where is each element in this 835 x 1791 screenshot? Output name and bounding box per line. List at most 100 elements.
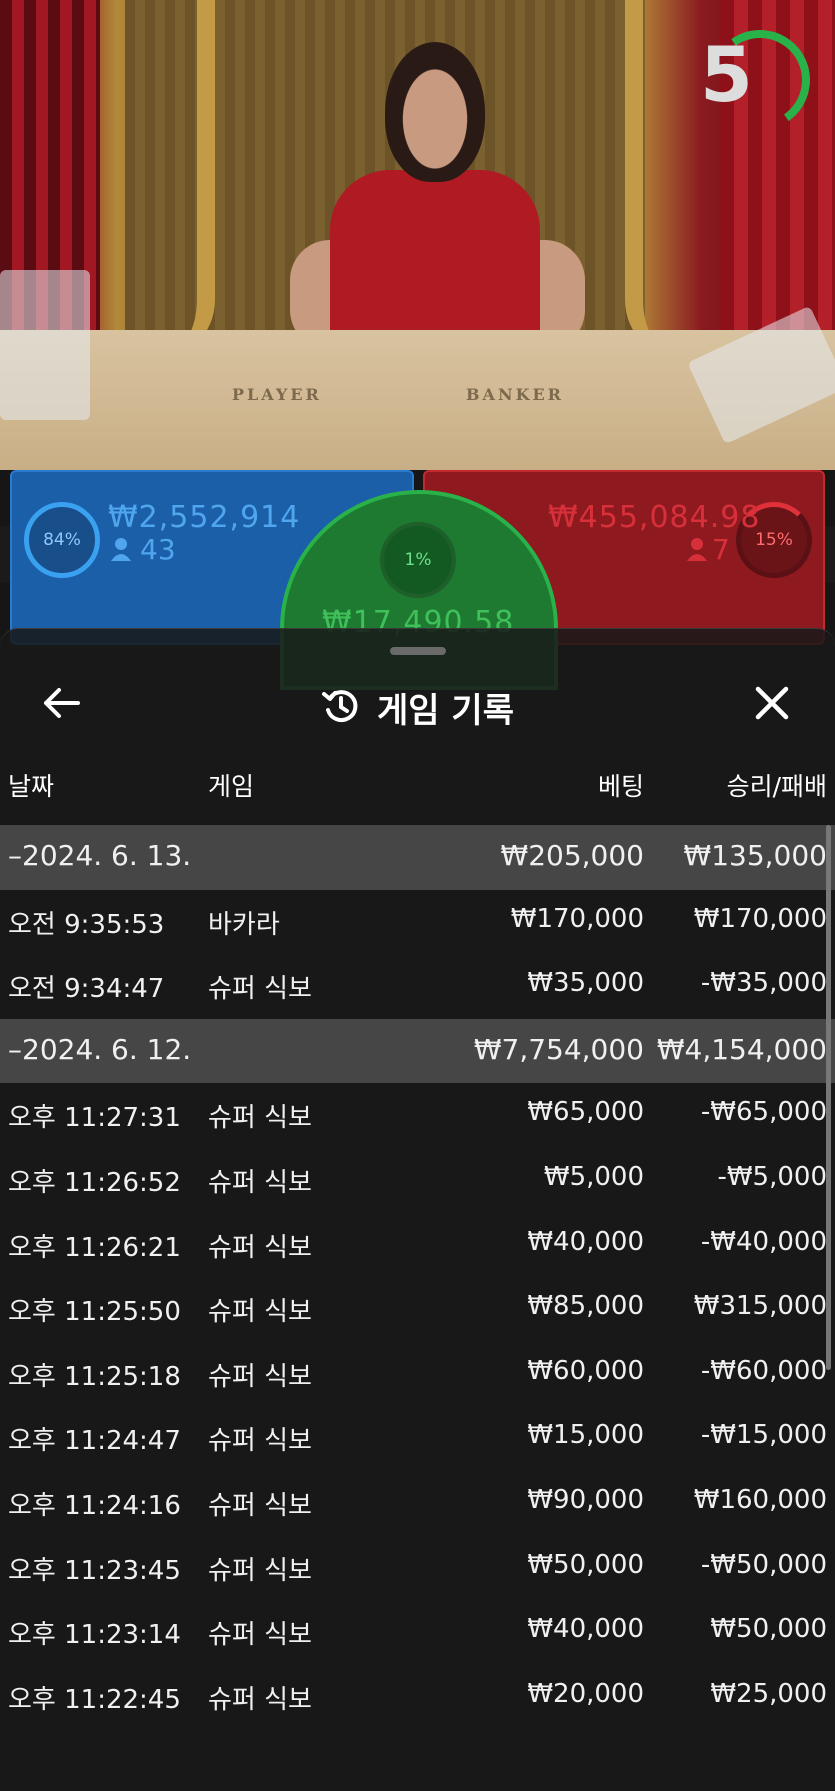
history-row[interactable]: 오전 9:34:47 슈퍼 식보 ₩35,000 -₩35,000: [0, 954, 835, 1019]
row-result: ₩4,154,000: [656, 1032, 827, 1066]
column-header-bet: 베팅: [597, 772, 644, 801]
player-bettor-count: 43: [140, 533, 176, 566]
column-header-result: 승리/패배: [726, 772, 827, 801]
dealer-head: [385, 42, 485, 182]
history-clock-icon: [321, 686, 361, 730]
row-time: 오후 11:27:31: [8, 1103, 181, 1134]
group-date: –2024. 6. 12.: [8, 1032, 192, 1066]
panel-drag-handle[interactable]: [390, 647, 446, 655]
row-time: 오전 9:34:47: [8, 974, 165, 1005]
row-result: -₩60,000: [700, 1355, 827, 1386]
row-bet: ₩40,000: [527, 1614, 644, 1645]
row-result: -₩5,000: [717, 1161, 827, 1192]
row-game: 슈퍼 식보: [208, 1490, 312, 1521]
row-bet: ₩65,000: [527, 1097, 644, 1128]
row-bet: ₩85,000: [527, 1291, 644, 1322]
game-history-panel: 게임 기록 날짜 게임 베팅 승리/패배 –2024. 6. 13. ₩205,0…: [0, 628, 835, 1791]
row-bet: ₩90,000: [527, 1484, 644, 1515]
player-total-amount: ₩2,552,914: [108, 500, 301, 535]
table-label-player: PLAYER: [232, 385, 322, 404]
group-date: –2024. 6. 13.: [8, 839, 192, 872]
row-result: ₩50,000: [710, 1614, 827, 1645]
banker-percent: 15%: [755, 530, 793, 550]
panel-title: 게임 기록: [377, 691, 514, 731]
row-time: 오후 11:25:18: [8, 1361, 181, 1392]
row-bet: ₩205,000: [500, 839, 644, 872]
arch-left: [95, 0, 215, 360]
row-result: -₩15,000: [700, 1420, 827, 1451]
history-row[interactable]: 오후 11:26:52 슈퍼 식보 ₩5,000 -₩5,000: [0, 1148, 835, 1213]
row-game: 슈퍼 식보: [208, 974, 312, 1005]
history-row[interactable]: 오후 11:26:21 슈퍼 식보 ₩40,000 -₩40,000: [0, 1213, 835, 1278]
panel-title-group: 게임 기록: [0, 683, 835, 732]
history-row[interactable]: 오전 9:35:53 바카라 ₩170,000 ₩170,000: [0, 890, 835, 955]
row-result: ₩135,000: [683, 839, 827, 872]
row-bet: ₩7,754,000: [473, 1032, 644, 1066]
player-percent: 84%: [43, 530, 81, 550]
row-time: 오후 11:23:14: [8, 1620, 181, 1651]
player-percent-ring: 84%: [24, 502, 100, 578]
row-result: -₩40,000: [700, 1226, 827, 1257]
row-bet: ₩15,000: [527, 1420, 644, 1451]
row-bet: ₩20,000: [527, 1678, 644, 1709]
row-game: 슈퍼 식보: [208, 1620, 312, 1651]
banker-total-amount: ₩455,084.98: [548, 500, 761, 535]
tie-percent-ring: 1%: [380, 522, 456, 598]
row-time: 오전 9:35:53: [8, 909, 165, 940]
history-date-group-row[interactable]: –2024. 6. 13. ₩205,000 ₩135,000: [0, 825, 835, 890]
history-row[interactable]: 오후 11:22:45 슈퍼 식보 ₩20,000 ₩25,000: [0, 1665, 835, 1730]
row-game: 슈퍼 식보: [208, 1232, 312, 1263]
close-button[interactable]: [746, 679, 798, 731]
row-bet: ₩40,000: [527, 1226, 644, 1257]
row-time: 오후 11:26:52: [8, 1167, 181, 1198]
history-list: –2024. 6. 13. ₩205,000 ₩135,000 오전 9:35:53 바…: [0, 825, 835, 1729]
row-game: 슈퍼 식보: [208, 1426, 312, 1457]
row-game: 슈퍼 식보: [208, 1361, 312, 1392]
history-row[interactable]: 오후 11:27:31 슈퍼 식보 ₩65,000 -₩65,000: [0, 1083, 835, 1148]
row-game: 슈퍼 식보: [208, 1167, 312, 1198]
row-bet: ₩170,000: [510, 903, 644, 934]
row-result: ₩25,000: [710, 1678, 827, 1709]
row-result: -₩35,000: [700, 968, 827, 999]
row-result: -₩50,000: [700, 1549, 827, 1580]
person-icon: [686, 537, 708, 565]
history-date-group-row[interactable]: –2024. 6. 12. ₩7,754,000 ₩4,154,000: [0, 1018, 835, 1084]
row-result: ₩160,000: [693, 1484, 827, 1515]
round-timer: 5: [700, 30, 753, 119]
row-time: 오후 11:22:45: [8, 1684, 181, 1715]
banker-bettor-count: 7: [712, 533, 730, 566]
panel-header: 게임 기록: [0, 669, 835, 739]
row-result: ₩315,000: [693, 1291, 827, 1322]
column-header-game: 게임: [208, 772, 255, 801]
history-column-headers: 날짜 게임 베팅 승리/패배: [0, 767, 835, 807]
history-row[interactable]: 오후 11:25:18 슈퍼 식보 ₩60,000 -₩60,000: [0, 1342, 835, 1407]
row-bet: ₩50,000: [527, 1549, 644, 1580]
row-bet: ₩5,000: [543, 1161, 644, 1192]
row-game: 슈퍼 식보: [208, 1555, 312, 1586]
close-icon: [755, 686, 789, 724]
row-result: ₩170,000: [693, 903, 827, 934]
row-time: 오후 11:24:16: [8, 1490, 181, 1521]
row-bet: ₩35,000: [527, 968, 644, 999]
tie-percent: 1%: [404, 550, 432, 570]
card-shoe: [0, 270, 90, 420]
row-bet: ₩60,000: [527, 1355, 644, 1386]
history-row[interactable]: 오후 11:23:14 슈퍼 식보 ₩40,000 ₩50,000: [0, 1600, 835, 1665]
history-row[interactable]: 오후 11:24:16 슈퍼 식보 ₩90,000 ₩160,000: [0, 1471, 835, 1536]
row-time: 오후 11:26:21: [8, 1232, 181, 1263]
history-row[interactable]: 오후 11:24:47 슈퍼 식보 ₩15,000 -₩15,000: [0, 1406, 835, 1471]
history-row[interactable]: 오후 11:25:50 슈퍼 식보 ₩85,000 ₩315,000: [0, 1277, 835, 1342]
table-label-banker: BANKER: [466, 385, 564, 404]
row-game: 슈퍼 식보: [208, 1103, 312, 1134]
row-time: 오후 11:23:45: [8, 1555, 181, 1586]
row-game: 슈퍼 식보: [208, 1684, 312, 1715]
row-time: 오후 11:24:47: [8, 1426, 181, 1457]
scrollbar[interactable]: [826, 825, 831, 1370]
row-result: -₩65,000: [700, 1097, 827, 1128]
person-icon: [110, 537, 132, 565]
row-time: 오후 11:25:50: [8, 1297, 181, 1328]
column-header-date: 날짜: [8, 772, 55, 801]
row-game: 슈퍼 식보: [208, 1297, 312, 1328]
row-game: 바카라: [208, 909, 280, 940]
history-row[interactable]: 오후 11:23:45 슈퍼 식보 ₩50,000 -₩50,000: [0, 1536, 835, 1601]
